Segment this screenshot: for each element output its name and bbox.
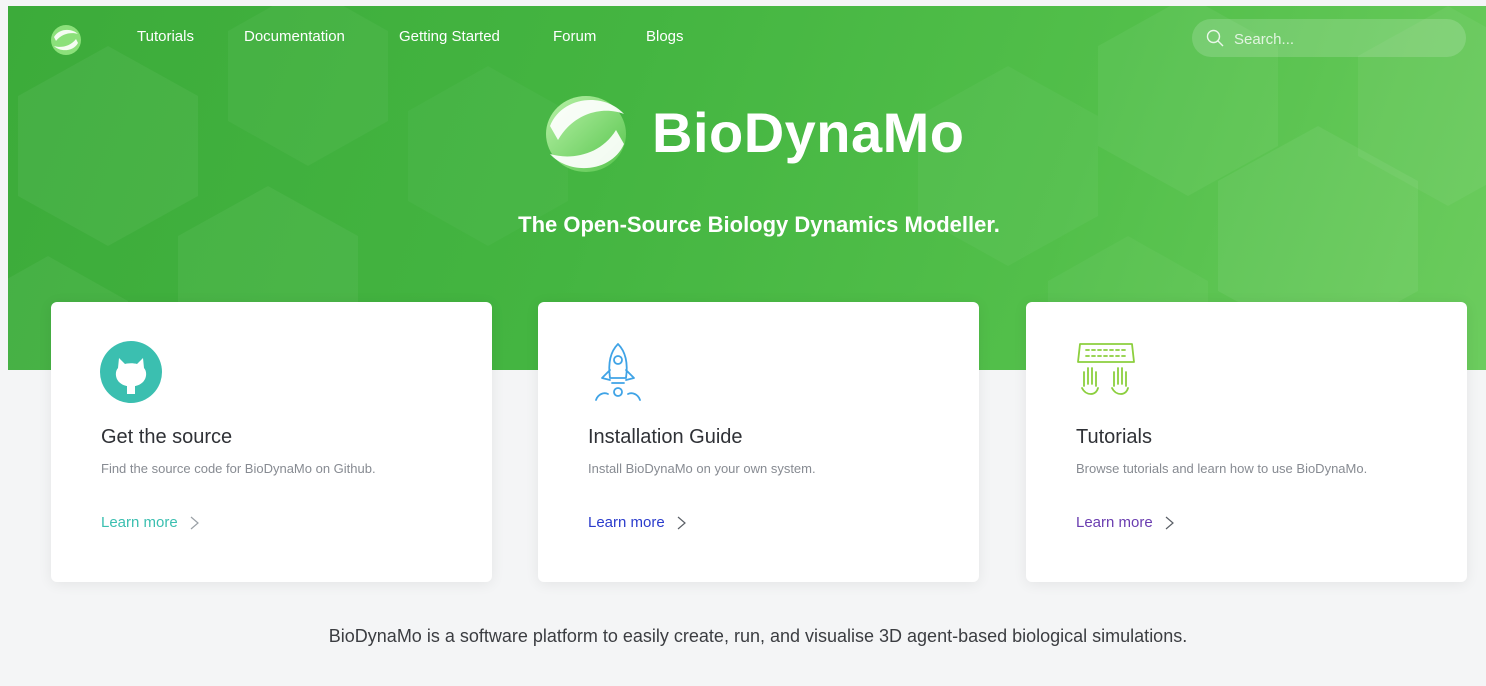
nav-link-tutorials[interactable]: Tutorials (137, 28, 194, 45)
biodynamo-brand-logo-icon (546, 96, 626, 172)
card-title: Installation Guide (588, 426, 743, 448)
chevron-right-icon (677, 516, 686, 529)
learn-more-link[interactable]: Learn more (588, 514, 686, 531)
learn-more-link[interactable]: Learn more (1076, 514, 1174, 531)
brand-name: BioDynaMo (652, 101, 965, 164)
nav-link-getting-started[interactable]: Getting Started (399, 28, 500, 45)
card-description: Install BioDynaMo on your own system. (588, 461, 816, 476)
search-icon (1206, 29, 1224, 47)
learn-more-label: Learn more (588, 514, 665, 531)
biodynamo-logo-icon[interactable] (50, 24, 82, 56)
hero-tagline: The Open-Source Biology Dynamics Modelle… (518, 212, 1000, 237)
learn-more-link[interactable]: Learn more (101, 514, 199, 531)
chevron-right-icon (190, 516, 199, 529)
card-description: Find the source code for BioDynaMo on Gi… (101, 461, 376, 476)
platform-description: BioDynaMo is a software platform to easi… (328, 626, 1188, 646)
card-description: Browse tutorials and learn how to use Bi… (1076, 461, 1368, 476)
learn-more-label: Learn more (1076, 514, 1153, 531)
nav-link-documentation[interactable]: Documentation (244, 28, 345, 45)
keyboard-hands-icon (1077, 343, 1135, 395)
search-input[interactable] (1232, 25, 1456, 53)
nav-link-blogs[interactable]: Blogs (646, 28, 684, 45)
rocket-icon (595, 343, 641, 401)
card-title: Get the source (101, 426, 233, 448)
learn-more-label: Learn more (101, 514, 178, 531)
github-icon (100, 341, 162, 403)
chevron-right-icon (1165, 516, 1174, 529)
search-box[interactable] (1192, 19, 1466, 57)
card-installation-guide[interactable]: Installation Guide Install BioDynaMo on … (538, 302, 979, 582)
card-get-the-source[interactable]: Get the source Find the source code for … (51, 302, 492, 582)
nav-link-forum[interactable]: Forum (553, 28, 596, 45)
card-title: Tutorials (1076, 426, 1152, 448)
card-tutorials[interactable]: Tutorials Browse tutorials and learn how… (1026, 302, 1467, 582)
